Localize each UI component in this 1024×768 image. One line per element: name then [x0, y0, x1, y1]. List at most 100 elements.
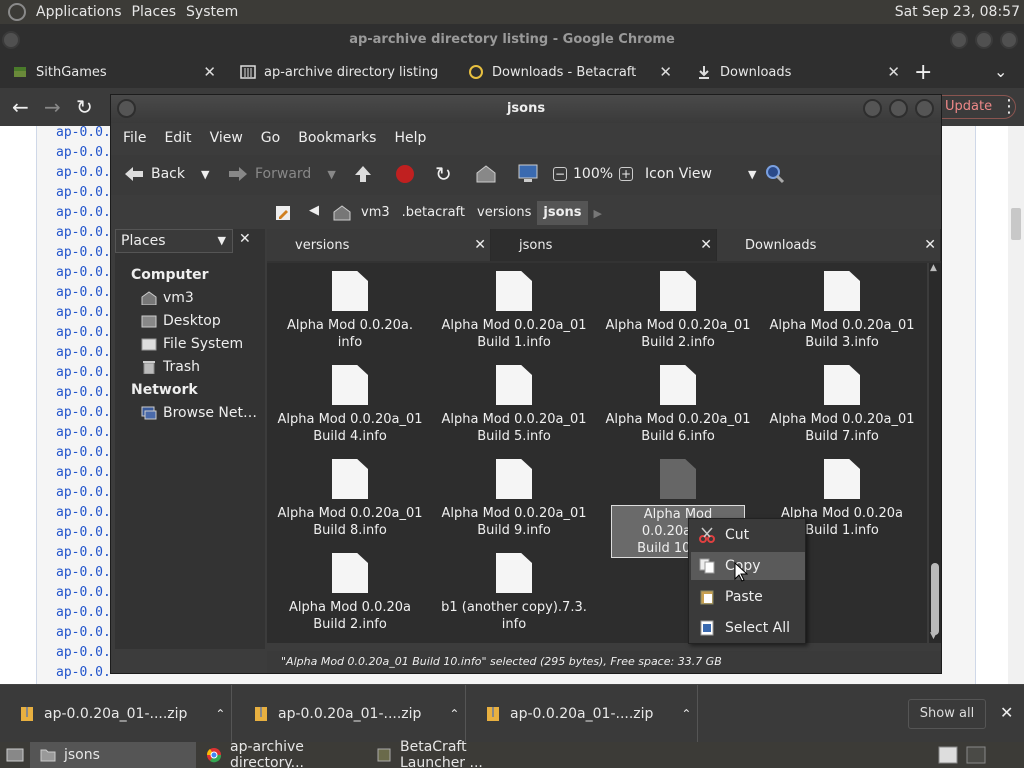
- path-left-arrow-icon[interactable]: ◀: [309, 203, 319, 218]
- clock[interactable]: Sat Sep 23, 08:57: [895, 4, 1020, 20]
- window-menu-button[interactable]: [117, 99, 136, 118]
- scrollbar-thumb[interactable]: [931, 563, 939, 635]
- file-item[interactable]: b1 (another copy).7.3. info: [439, 553, 589, 633]
- forward-arrow-icon[interactable]: →: [44, 95, 61, 119]
- menu-places[interactable]: Places: [132, 4, 177, 20]
- listing-link[interactable]: ap-0.0.: [56, 225, 111, 240]
- listing-link[interactable]: ap-0.0.: [56, 385, 111, 400]
- show-all-button[interactable]: Show all: [908, 699, 986, 729]
- file-item[interactable]: Alpha Mod 0.0.20a_01 Build 7.info: [767, 365, 917, 445]
- reload-icon[interactable]: ↻: [435, 164, 452, 184]
- tab-downloads-betacraft[interactable]: Downloads - Betacraft ✕: [456, 56, 684, 88]
- sidebar-close-icon[interactable]: ✕: [239, 231, 251, 247]
- listing-link[interactable]: ap-0.0.: [56, 485, 111, 500]
- taskbar-item-jsons[interactable]: jsons: [30, 742, 196, 768]
- forward-history-dropdown-icon[interactable]: ▼: [327, 168, 335, 181]
- tab-close-icon[interactable]: ✕: [203, 63, 216, 81]
- scroll-down-icon[interactable]: ▼: [930, 631, 937, 641]
- zoom-out-icon[interactable]: −: [553, 167, 567, 181]
- download-item[interactable]: ap-0.0.20a_01-....zip ⌃: [466, 685, 698, 743]
- sidebar-item-desktop[interactable]: Desktop: [141, 313, 221, 329]
- crumb-versions[interactable]: versions: [471, 201, 537, 225]
- back-arrow-icon[interactable]: ←: [12, 95, 29, 119]
- sidebar-item-vm3[interactable]: vm3: [141, 290, 194, 306]
- listing-link[interactable]: ap-0.0.: [56, 165, 111, 180]
- ftab-downloads[interactable]: Downloads ✕: [717, 229, 941, 261]
- ftab-versions[interactable]: versions ✕: [267, 229, 491, 261]
- new-tab-icon[interactable]: +: [914, 60, 932, 85]
- listing-link[interactable]: ap-0.0.: [56, 405, 111, 420]
- listing-link[interactable]: ap-0.0.: [56, 365, 111, 380]
- scroll-up-icon[interactable]: ▲: [930, 263, 937, 273]
- sidebar-item-trash[interactable]: Trash: [141, 359, 200, 375]
- tab-close-icon[interactable]: ✕: [659, 63, 672, 81]
- view-mode-select[interactable]: Icon View ▼: [645, 166, 756, 182]
- file-item[interactable]: Alpha Mod 0.0.20a Build 2.info: [275, 553, 425, 633]
- listing-link[interactable]: ap-0.0.: [56, 285, 111, 300]
- tab-list-chevron-icon[interactable]: ⌄: [994, 62, 1007, 81]
- home-icon[interactable]: [475, 164, 497, 184]
- menu-item-copy[interactable]: Copy: [691, 552, 805, 580]
- taskbar-item-chrome[interactable]: ap-archive directory...: [196, 739, 366, 768]
- tab-close-icon[interactable]: ✕: [924, 237, 936, 253]
- crumb-jsons[interactable]: jsons: [537, 201, 588, 225]
- listing-link[interactable]: ap-0.0.: [56, 245, 111, 260]
- listing-link[interactable]: ap-0.0.: [56, 505, 111, 520]
- menu-system[interactable]: System: [186, 4, 238, 20]
- forward-button[interactable]: Forward ▼: [227, 165, 336, 183]
- minimize-button[interactable]: [863, 99, 882, 118]
- up-icon[interactable]: [353, 164, 373, 184]
- listing-link[interactable]: ap-0.0.: [56, 605, 111, 620]
- reload-icon[interactable]: ↻: [76, 95, 93, 119]
- chevron-up-icon[interactable]: ⌃: [215, 707, 225, 721]
- tab-close-icon[interactable]: ✕: [887, 63, 900, 81]
- listing-link[interactable]: ap-0.0.: [56, 305, 111, 320]
- chevron-up-icon[interactable]: ⌃: [449, 707, 459, 721]
- chevron-up-icon[interactable]: ⌃: [681, 707, 691, 721]
- close-shelf-icon[interactable]: ✕: [1000, 703, 1013, 722]
- tab-sithgames[interactable]: SithGames ✕: [0, 56, 228, 88]
- listing-link[interactable]: ap-0.0.: [56, 645, 111, 660]
- tab-close-icon[interactable]: ✕: [474, 237, 486, 253]
- file-item[interactable]: Alpha Mod 0.0.20a_01 Build 8.info: [275, 459, 425, 539]
- tab-close-icon[interactable]: ✕: [700, 237, 712, 253]
- listing-link[interactable]: ap-0.0.: [56, 265, 111, 280]
- menu-applications[interactable]: Applications: [36, 4, 122, 20]
- listing-link[interactable]: ap-0.0.: [56, 185, 111, 200]
- menu-item-paste[interactable]: Paste: [691, 583, 805, 611]
- file-item[interactable]: Alpha Mod 0.0.20a. info: [275, 271, 425, 351]
- sidebar-mode-select[interactable]: Places ▼: [115, 229, 233, 253]
- listing-link[interactable]: ap-0.0.: [56, 565, 111, 580]
- file-item[interactable]: Alpha Mod 0.0.20a_01 Build 1.info: [439, 271, 589, 351]
- computer-icon[interactable]: [517, 163, 539, 185]
- file-item[interactable]: Alpha Mod 0.0.20a_01 Build 4.info: [275, 365, 425, 445]
- file-item[interactable]: Alpha Mod 0.0.20a_01 Build 9.info: [439, 459, 589, 539]
- show-desktop-icon[interactable]: [0, 742, 30, 768]
- zoom-in-icon[interactable]: +: [619, 167, 634, 181]
- edit-location-icon[interactable]: [275, 205, 291, 221]
- tab-ap-archive[interactable]: ap-archive directory listing: [228, 56, 456, 88]
- listing-link[interactable]: ap-0.0.: [56, 525, 111, 540]
- taskbar-item-betacraft[interactable]: BetaCraft Launcher ...: [366, 739, 536, 768]
- minimize-button[interactable]: [950, 31, 968, 49]
- back-button[interactable]: Back ▼: [123, 165, 209, 183]
- file-item[interactable]: Alpha Mod 0.0.20a_01 Build 3.info: [767, 271, 917, 351]
- close-button[interactable]: [1000, 31, 1018, 49]
- listing-link[interactable]: ap-0.0.: [56, 345, 111, 360]
- menu-view[interactable]: View: [210, 130, 243, 146]
- file-item[interactable]: Alpha Mod 0.0.20a_01 Build 2.info: [603, 271, 753, 351]
- stop-icon[interactable]: [395, 164, 415, 184]
- kebab-menu-icon[interactable]: ⋮: [1000, 96, 1018, 117]
- crumb-vm3[interactable]: vm3: [355, 201, 396, 225]
- menu-file[interactable]: File: [123, 130, 146, 146]
- listing-link[interactable]: ap-0.0.: [56, 665, 111, 680]
- file-view-scrollbar[interactable]: ▲ ▼: [929, 263, 941, 643]
- menu-bookmarks[interactable]: Bookmarks: [298, 130, 376, 146]
- path-right-arrow-icon[interactable]: ▶: [594, 207, 602, 220]
- listing-link[interactable]: ap-0.0.: [56, 125, 111, 140]
- window-menu-button[interactable]: [2, 31, 20, 49]
- maximize-button[interactable]: [975, 31, 993, 49]
- listing-link[interactable]: ap-0.0.: [56, 585, 111, 600]
- sidebar-item-browse-network[interactable]: Browse Net…: [141, 405, 257, 421]
- page-scrollbar-thumb[interactable]: [1011, 208, 1021, 240]
